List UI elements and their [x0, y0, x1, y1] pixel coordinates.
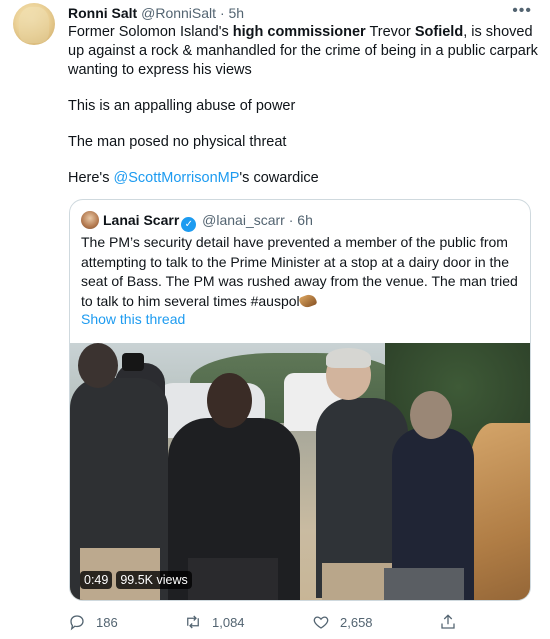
- text-segment: Former Solomon Island's: [68, 24, 233, 40]
- tweet-paragraph-4: Here's @ScottMorrisonMP's cowardice: [68, 169, 538, 188]
- author-handle[interactable]: @RonniSalt: [141, 5, 216, 21]
- retweet-count: 1,084: [212, 614, 245, 630]
- more-options-icon[interactable]: •••: [512, 2, 532, 20]
- tweet-timestamp[interactable]: 5h: [229, 5, 245, 21]
- text-bold-segment: Sofield: [414, 24, 464, 40]
- tweet-text: Former Solomon Island's high commissione…: [68, 23, 538, 205]
- video-scene-head: [78, 343, 118, 388]
- retweet-icon: [187, 615, 199, 629]
- text-segment: Trevor: [365, 24, 415, 40]
- retweet-button[interactable]: 1,084: [184, 611, 245, 633]
- like-button[interactable]: 2,658: [312, 611, 373, 633]
- share-button[interactable]: [439, 611, 457, 633]
- quoted-author-handle[interactable]: @lanai_scarr: [202, 212, 285, 228]
- reply-icon: [70, 615, 84, 631]
- tweet-paragraph-3: The man posed no physical threat: [68, 134, 287, 150]
- tweet-paragraph-2: This is an appalling abuse of power: [68, 98, 296, 114]
- video-badges: 0:49 99.5K views: [80, 571, 192, 589]
- video-scene-legs: [188, 558, 278, 600]
- share-icon: [441, 614, 455, 629]
- mention-link[interactable]: @ScottMorrisonMP: [113, 170, 239, 186]
- video-scene-hair: [326, 348, 371, 368]
- verified-badge-icon: ✓: [181, 217, 197, 232]
- quoted-tweet-timestamp[interactable]: 6h: [297, 212, 313, 228]
- author-avatar[interactable]: [13, 3, 55, 45]
- author-name[interactable]: Ronni Salt: [68, 5, 137, 21]
- reply-button[interactable]: 186: [68, 611, 118, 633]
- text-bold-segment: high commissioner: [232, 24, 366, 40]
- video-scene-legs: [322, 563, 392, 600]
- header-separator: ·: [288, 212, 294, 228]
- tweet-actions: 186 1,084 2,658: [68, 611, 530, 633]
- tweet[interactable]: Ronni Salt @RonniSalt · 5h ••• Former So…: [0, 0, 550, 639]
- camera-figure: [122, 353, 144, 371]
- video-duration: 0:49: [80, 571, 113, 589]
- emoji-icon: [298, 292, 318, 309]
- heart-icon: [313, 616, 329, 629]
- like-count: 2,658: [340, 614, 373, 630]
- text-segment: Here's: [68, 170, 114, 186]
- header-separator: ·: [219, 5, 225, 21]
- quoted-tweet-text: The PM’s security detail have prevented …: [81, 233, 523, 311]
- video-scene-head: [410, 391, 452, 439]
- video-views: 99.5K views: [116, 571, 192, 589]
- video-scene-rock: [468, 423, 530, 600]
- video-scene-head: [207, 373, 252, 428]
- quoted-tweet-header: Lanai Scarr ✓ @lanai_scarr · 6h: [103, 211, 313, 232]
- quoted-author-name[interactable]: Lanai Scarr: [103, 212, 179, 228]
- tweet-header: Ronni Salt @RonniSalt · 5h: [68, 4, 244, 22]
- tweet-paragraph-1: Former Solomon Island's high commissione…: [68, 23, 538, 80]
- video-scene-legs: [384, 568, 464, 600]
- video-player[interactable]: 0:49 99.5K views: [70, 343, 530, 600]
- quoted-tweet[interactable]: Lanai Scarr ✓ @lanai_scarr · 6h The PM’s …: [69, 199, 531, 601]
- reply-count: 186: [96, 614, 118, 630]
- text-segment: 's cowardice: [239, 170, 319, 186]
- show-thread-link[interactable]: Show this thread: [81, 311, 185, 327]
- quoted-author-avatar[interactable]: [81, 211, 99, 229]
